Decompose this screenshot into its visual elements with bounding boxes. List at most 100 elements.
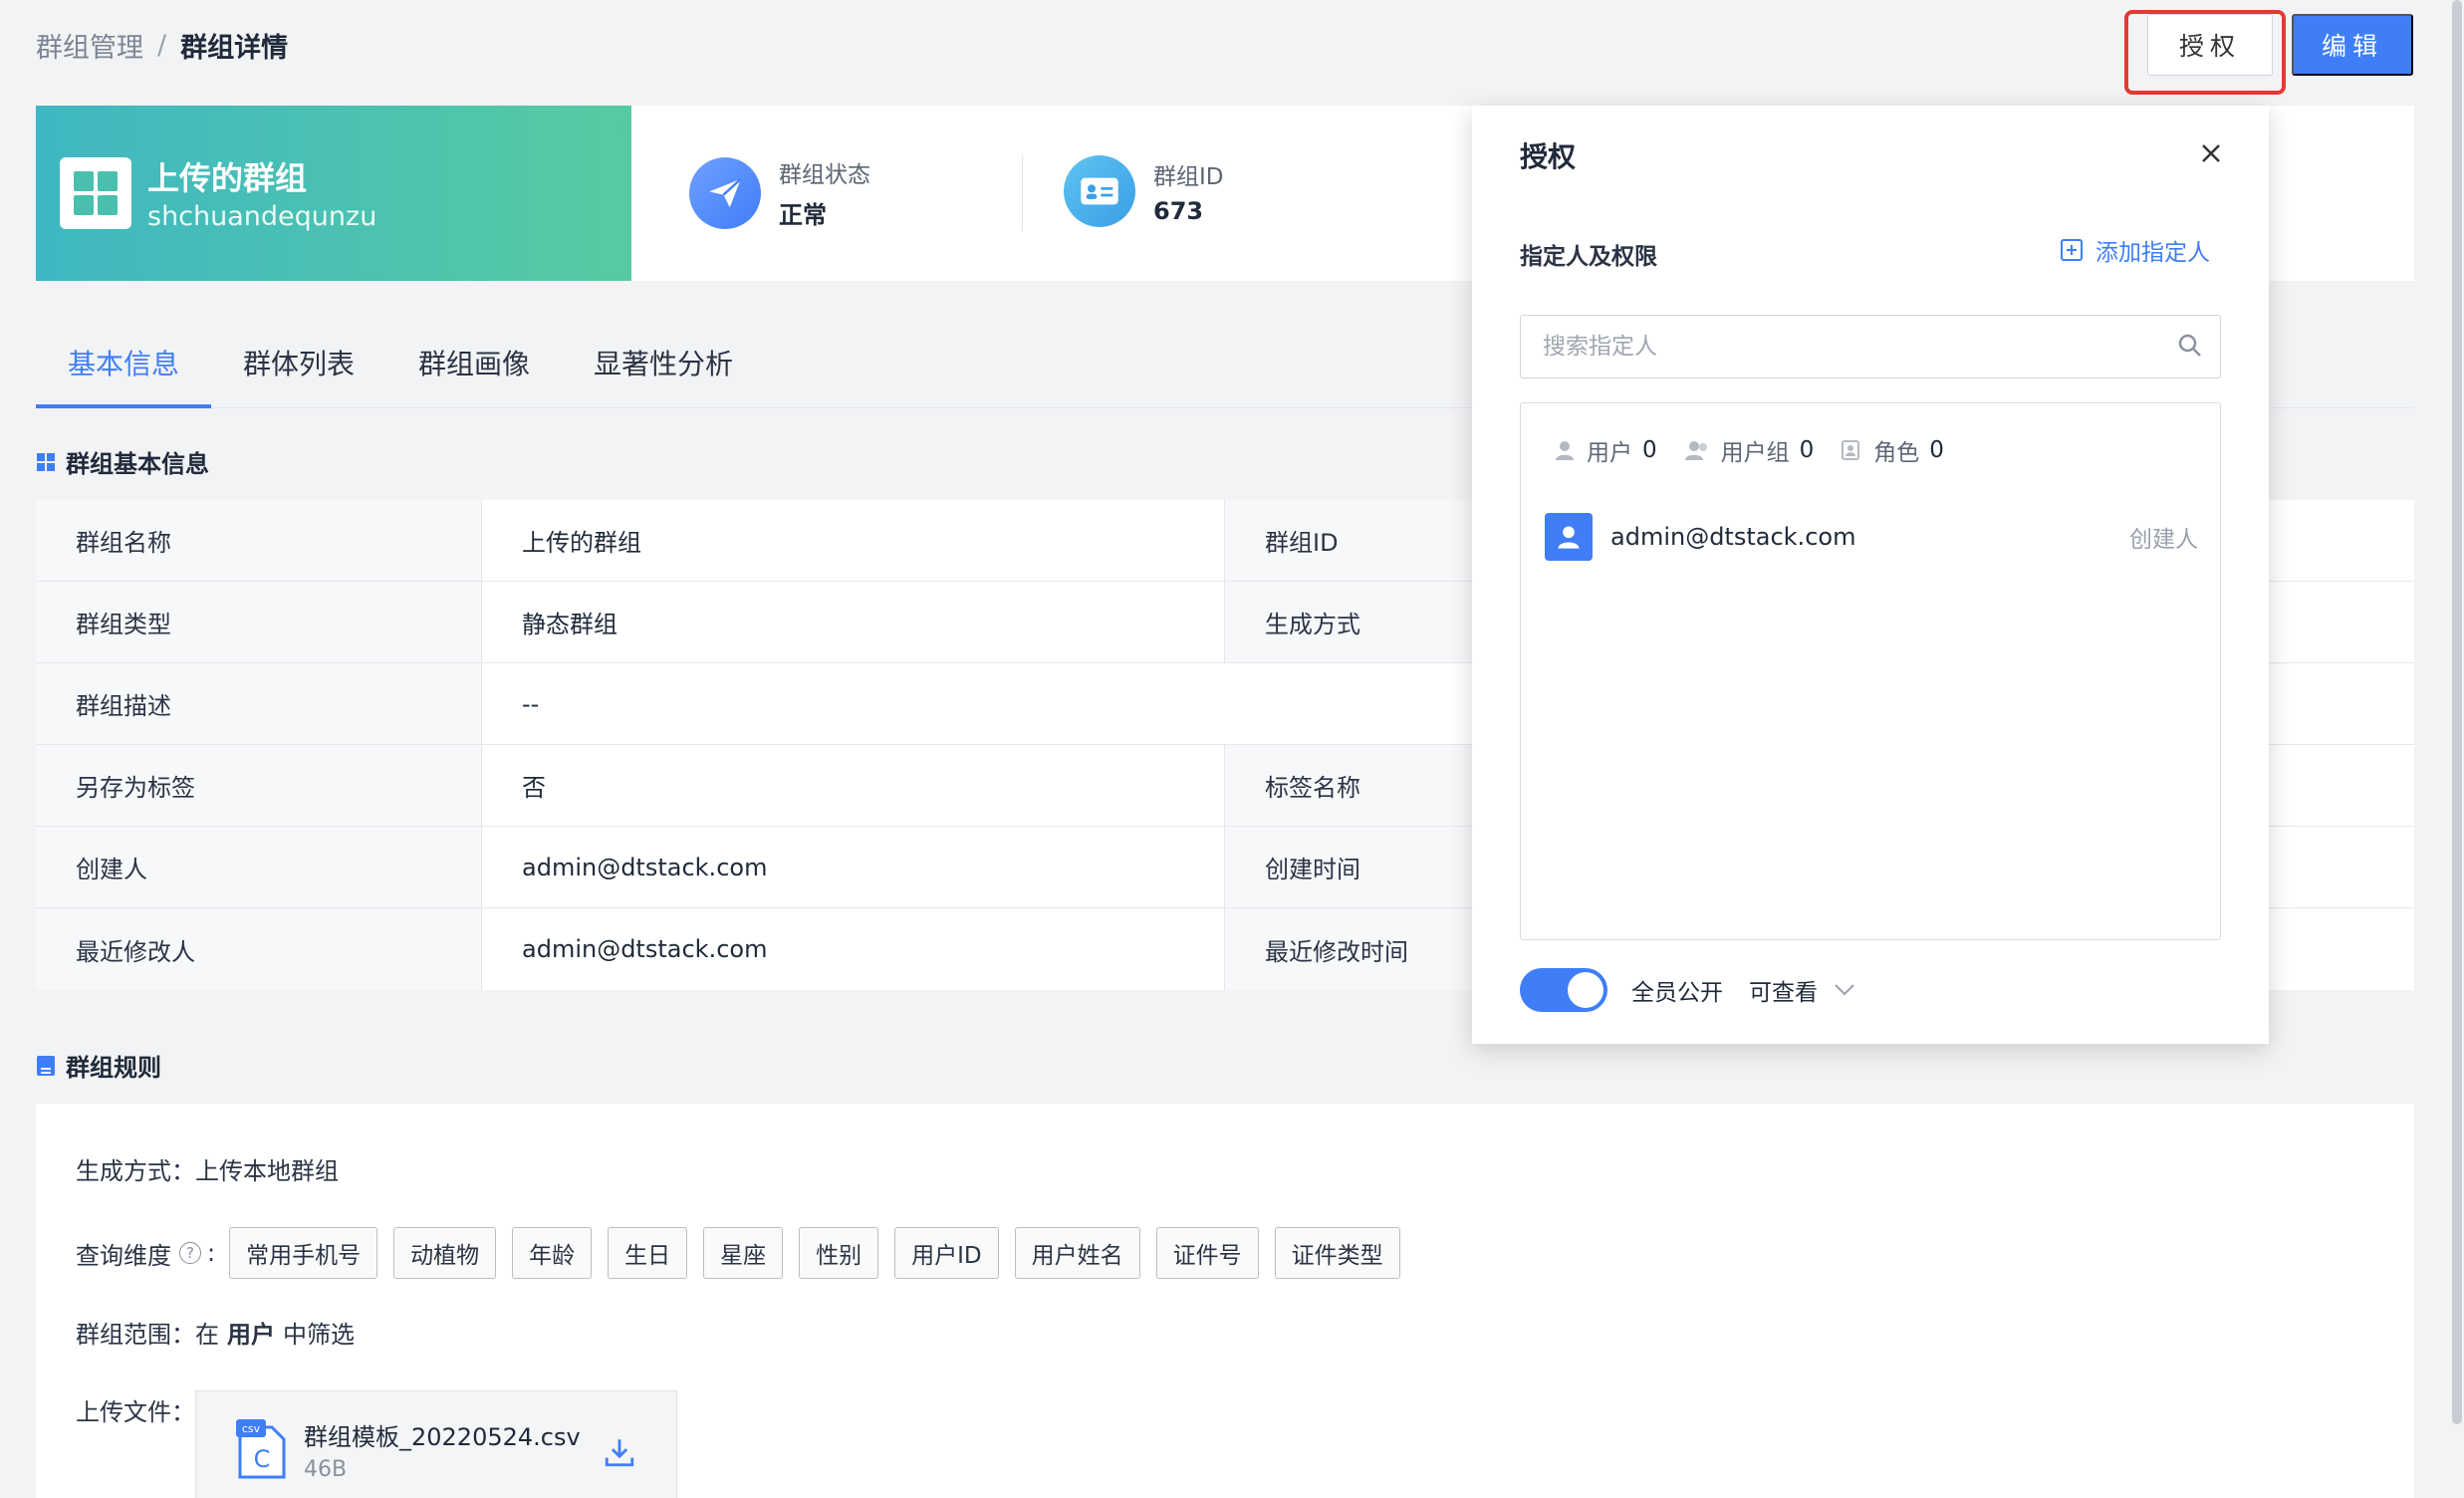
svg-text:C: C	[254, 1445, 271, 1473]
paper-plane-icon	[689, 156, 761, 229]
page-scrollbar[interactable]	[2452, 0, 2462, 1424]
tab-basic-info[interactable]: 基本信息	[36, 329, 212, 408]
tab-group-portrait[interactable]: 群组画像	[386, 329, 562, 408]
scope-suffix: 中筛选	[283, 1321, 355, 1349]
user-group-icon	[1684, 441, 1707, 460]
csv-file-icon: csv C	[236, 1419, 286, 1479]
rules-card: 生成方式： 上传本地群组 查询维度 ? : 常用手机号 动植物 年龄 生日 星座…	[36, 1104, 2414, 1498]
role-count[interactable]: 角色 0	[1840, 433, 1944, 467]
file-name: 群组模板_20220524.csv	[304, 1423, 581, 1451]
user-count-label: 用户	[1587, 440, 1632, 466]
dimension-tag: 动植物	[393, 1227, 497, 1279]
user-count-value: 0	[1642, 437, 1657, 463]
breadcrumb-current: 群组详情	[180, 33, 289, 64]
assignee-counts: 用户 0 用户组 0 角色 0	[1553, 433, 1944, 467]
table-key: 最近修改人	[36, 908, 482, 990]
group-status-value: 正常	[779, 201, 827, 229]
group-scope: 群组范围： 在 用户 中筛选	[76, 1315, 355, 1350]
scope-label: 群组范围：	[76, 1321, 195, 1349]
table-key: 群组名称	[36, 500, 482, 581]
stat-divider	[1022, 155, 1023, 231]
query-dimensions: 查询维度 ? : 常用手机号 动植物 年龄 生日 星座 性别 用户ID 用户姓名…	[76, 1227, 1416, 1279]
table-value: 上传的群组	[482, 500, 1225, 581]
generation-label: 生成方式：	[76, 1157, 195, 1185]
list-item[interactable]: admin@dtstack.com 创建人	[1545, 513, 2198, 561]
assignee-list: 用户 0 用户组 0 角色 0 admin@dtstack.com 创建人	[1520, 402, 2221, 940]
table-value: admin@dtstack.com	[482, 908, 1225, 990]
add-assignee-button[interactable]: 添加指定人	[2060, 233, 2210, 267]
document-icon	[37, 1055, 55, 1076]
search-icon[interactable]	[2175, 331, 2205, 361]
add-assignee-label: 添加指定人	[2095, 240, 2210, 266]
generation-method: 生成方式： 上传本地群组	[76, 1151, 339, 1186]
role-count-label: 角色	[1873, 440, 1920, 466]
generation-value: 上传本地群组	[195, 1157, 339, 1185]
user-icon	[1556, 441, 1574, 460]
dimension-tag: 星座	[703, 1227, 784, 1279]
breadcrumb-separator: /	[157, 30, 167, 61]
dimension-tag: 用户姓名	[1014, 1227, 1140, 1279]
user-group-count-label: 用户组	[1720, 440, 1790, 466]
popover-footer: 全员公开 可查看	[1520, 968, 1855, 1012]
group-name: 上传的群组	[147, 159, 308, 197]
user-group-count[interactable]: 用户组 0	[1683, 433, 1815, 467]
scope-in: 在	[195, 1321, 219, 1349]
plus-square-icon	[2061, 239, 2083, 261]
dimension-tag: 性别	[799, 1227, 879, 1279]
close-icon[interactable]	[2193, 135, 2229, 171]
group-id-stat: 群组ID 673	[1064, 155, 1224, 227]
user-group-count-value: 0	[1799, 437, 1815, 463]
basic-info-title: 群组基本信息	[36, 444, 209, 479]
basic-info-title-text: 群组基本信息	[66, 450, 209, 478]
assignee-search-input[interactable]	[1520, 315, 2221, 378]
role-icon	[1842, 440, 1860, 460]
download-icon[interactable]	[603, 1435, 636, 1469]
id-card-icon	[1064, 155, 1135, 227]
permission-select[interactable]: 可查看	[1749, 973, 1855, 1007]
public-toggle[interactable]	[1520, 968, 1607, 1012]
grid-icon	[37, 452, 55, 471]
role-count-value: 0	[1929, 437, 1944, 463]
help-icon[interactable]: ?	[179, 1242, 201, 1264]
dimension-tag: 生日	[608, 1227, 688, 1279]
dimension-tag: 证件号	[1155, 1227, 1259, 1279]
svg-text:csv: csv	[242, 1422, 261, 1435]
breadcrumb: 群组管理 / 群组详情	[36, 26, 288, 65]
popover-title: 授权	[1520, 140, 1577, 173]
file-size: 46B	[304, 1457, 348, 1482]
table-key: 群组描述	[36, 663, 482, 744]
rules-title: 群组规则	[36, 1048, 161, 1083]
table-value: 否	[482, 745, 1225, 826]
dimension-tag: 年龄	[512, 1227, 593, 1279]
dimension-colon: :	[207, 1239, 216, 1267]
edit-button[interactable]: 编辑	[2292, 14, 2413, 76]
tab-group-list[interactable]: 群体列表	[211, 329, 386, 408]
group-hero: 上传的群组 shchuandequnzu	[36, 106, 631, 281]
table-key: 另存为标签	[36, 745, 482, 826]
group-status-label: 群组状态	[779, 162, 870, 188]
permission-value: 可查看	[1749, 980, 1818, 1006]
user-count[interactable]: 用户 0	[1553, 433, 1657, 467]
authorize-popover: 授权 指定人及权限 添加指定人 用户 0 用户组 0 角色 0	[1472, 106, 2269, 1044]
table-key: 创建人	[36, 827, 482, 907]
assignee-subtitle: 指定人及权限	[1520, 244, 1657, 270]
group-status-stat: 群组状态 正常	[689, 155, 870, 230]
group-logo-icon	[60, 157, 131, 229]
dimension-label: 查询维度	[76, 1241, 171, 1270]
scope-entity: 用户	[227, 1321, 275, 1349]
user-avatar-icon	[1558, 526, 1580, 549]
uploaded-file: csv C 群组模板_20220524.csv 46B	[195, 1390, 677, 1498]
tab-significance-analysis[interactable]: 显著性分析	[562, 329, 765, 408]
member-role: 创建人	[2129, 527, 2198, 553]
authorize-button[interactable]: 授权	[2147, 14, 2273, 76]
table-value: 静态群组	[482, 582, 1225, 662]
member-email: admin@dtstack.com	[1610, 523, 1856, 551]
group-id-label: 群组ID	[1153, 164, 1224, 190]
rules-title-text: 群组规则	[66, 1054, 161, 1082]
public-label: 全员公开	[1631, 980, 1723, 1006]
dimension-tag: 用户ID	[894, 1227, 999, 1279]
avatar	[1545, 513, 1593, 561]
dimension-tag: 证件类型	[1274, 1227, 1400, 1279]
breadcrumb-group-management[interactable]: 群组管理	[36, 26, 143, 65]
upload-label: 上传文件：	[76, 1398, 195, 1426]
